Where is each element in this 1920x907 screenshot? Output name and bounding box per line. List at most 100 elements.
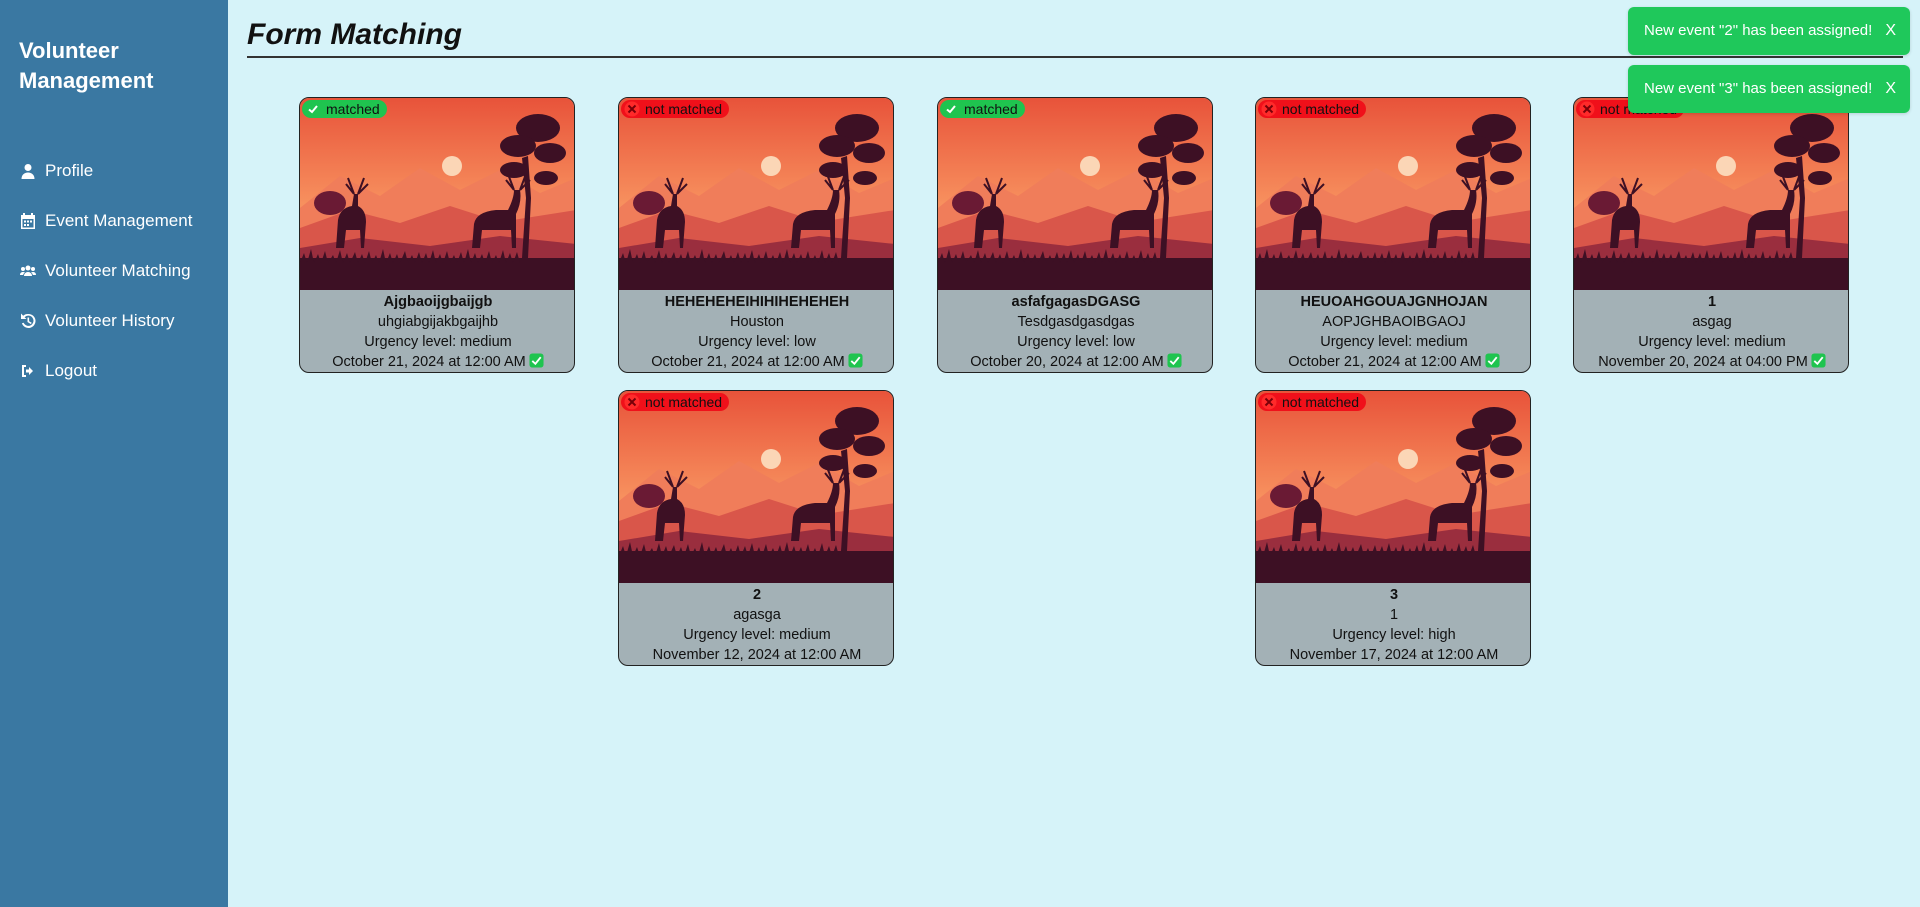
title-divider — [247, 56, 1903, 58]
event-date: October 21, 2024 at 12:00 AM — [332, 354, 526, 370]
event-urgency: Urgency level: high — [1332, 627, 1456, 643]
event-date: November 20, 2024 at 04:00 PM — [1598, 354, 1808, 370]
match-status-badge: not matched — [1258, 393, 1367, 411]
event-image — [619, 98, 893, 290]
event-image — [1256, 98, 1530, 290]
sidebar-item-label: Profile — [45, 161, 94, 180]
x-circle-icon — [1261, 394, 1277, 410]
event-description: 1 — [1389, 607, 1399, 623]
toast-close-button[interactable]: X — [1885, 7, 1896, 55]
sidebar-item-label: Logout — [45, 361, 97, 380]
event-image — [938, 98, 1212, 290]
event-date: October 21, 2024 at 12:00 AM — [651, 354, 845, 370]
event-urgency: Urgency level: medium — [683, 627, 831, 643]
sidebar-item-volunteer-matching[interactable]: Volunteer Matching — [19, 246, 192, 296]
check-icon — [306, 102, 320, 116]
event-urgency: Urgency level: low — [1017, 334, 1135, 350]
match-status-label: not matched — [645, 101, 723, 117]
match-status-label: matched — [964, 101, 1018, 117]
match-status-label: matched — [326, 101, 380, 117]
toast-message: New event "2" has been assigned! — [1644, 22, 1873, 39]
event-card-body: 3 1 Urgency level: high November 17, 202… — [1256, 583, 1530, 665]
page-title: Form Matching — [247, 18, 462, 51]
match-status-label: not matched — [1282, 101, 1360, 117]
event-image — [300, 98, 574, 290]
event-date: October 20, 2024 at 12:00 AM — [970, 354, 1164, 370]
event-card-body: asfafgagasDGASG Tesdgasdgasdgas Urgency … — [938, 290, 1212, 372]
event-description: Houston — [729, 314, 784, 330]
event-date-row: October 21, 2024 at 12:00 AM — [1256, 352, 1530, 372]
event-description: uhgiabgijakbgaijhb — [377, 314, 499, 330]
event-card[interactable]: not matched HEHEHEHEIHIHIHEHEHEH Houston… — [618, 97, 894, 373]
event-date: November 12, 2024 at 12:00 AM — [652, 647, 862, 663]
toast-message: New event "3" has been assigned! — [1644, 80, 1873, 97]
event-card[interactable]: matched asfafgagasDGASG Tesdgasdgasdgas … — [937, 97, 1213, 373]
match-status-label: not matched — [1282, 394, 1360, 410]
event-name: 2 — [752, 587, 762, 603]
event-card[interactable]: not matched 1 asgag Urgency level: mediu… — [1573, 97, 1849, 373]
event-description: Tesdgasdgasdgas — [1017, 314, 1135, 330]
sidebar-nav: Profile Event Management Volunteer Match… — [19, 146, 192, 396]
calendar-icon — [19, 212, 37, 230]
event-name: HEHEHEHEIHIHIHEHEHEH — [664, 294, 850, 310]
event-card-body: 1 asgag Urgency level: medium November 2… — [1574, 290, 1848, 372]
checked-checkbox-icon — [1811, 353, 1826, 368]
event-name: asfafgagasDGASG — [1011, 294, 1141, 310]
sidebar: Volunteer Management Profile Event Manag… — [0, 0, 228, 907]
event-card[interactable]: not matched HEUOAHGOUAJGNHOJAN AOPJGHBAO… — [1255, 97, 1531, 373]
brand-title: Volunteer Management — [19, 38, 154, 93]
sidebar-item-event-management[interactable]: Event Management — [19, 196, 192, 246]
event-image — [1574, 98, 1848, 290]
event-name: 1 — [1707, 294, 1717, 310]
event-card[interactable]: not matched 2 agasga Urgency level: medi… — [618, 390, 894, 666]
sidebar-item-logout[interactable]: Logout — [19, 346, 192, 396]
sidebar-item-profile[interactable]: Profile — [19, 146, 192, 196]
users-icon — [19, 262, 37, 280]
sidebar-item-label: Event Management — [45, 211, 193, 230]
event-card-body: HEHEHEHEIHIHIHEHEHEH Houston Urgency lev… — [619, 290, 893, 372]
toast-notification: New event "2" has been assigned! X — [1628, 7, 1910, 55]
check-icon — [944, 102, 958, 116]
event-description: AOPJGHBAOIBGAOJ — [1322, 314, 1466, 330]
match-status-badge: not matched — [1258, 100, 1367, 118]
event-date-row: October 21, 2024 at 12:00 AM — [300, 352, 574, 372]
match-status-label: not matched — [645, 394, 723, 410]
event-urgency: Urgency level: medium — [1638, 334, 1786, 350]
event-urgency: Urgency level: medium — [364, 334, 512, 350]
x-circle-icon — [1579, 101, 1595, 117]
checked-checkbox-icon — [1485, 353, 1500, 368]
x-circle-icon — [1261, 101, 1277, 117]
event-urgency: Urgency level: medium — [1320, 334, 1468, 350]
checked-checkbox-icon — [1167, 353, 1182, 368]
event-card[interactable]: not matched 3 1 Urgency level: high Nove… — [1255, 390, 1531, 666]
match-status-badge: matched — [940, 100, 1025, 118]
match-status-badge: not matched — [621, 393, 730, 411]
event-date: November 17, 2024 at 12:00 AM — [1289, 647, 1499, 663]
logout-icon — [19, 362, 37, 380]
x-circle-icon — [624, 394, 640, 410]
sidebar-item-volunteer-history[interactable]: Volunteer History — [19, 296, 192, 346]
toast-close-button[interactable]: X — [1885, 65, 1896, 113]
event-date: October 21, 2024 at 12:00 AM — [1288, 354, 1482, 370]
user-icon — [19, 162, 37, 180]
sidebar-item-label: Volunteer Matching — [45, 261, 191, 280]
event-card[interactable]: matched Ajgbaoijgbaijgb uhgiabgijakbgaij… — [299, 97, 575, 373]
event-date-row: November 12, 2024 at 12:00 AM — [619, 645, 893, 665]
checked-checkbox-icon — [848, 353, 863, 368]
event-image — [619, 391, 893, 583]
toast-notification: New event "3" has been assigned! X — [1628, 65, 1910, 113]
event-image — [1256, 391, 1530, 583]
event-date-row: October 21, 2024 at 12:00 AM — [619, 352, 893, 372]
event-urgency: Urgency level: low — [698, 334, 816, 350]
event-date-row: November 20, 2024 at 04:00 PM — [1574, 352, 1848, 372]
event-card-body: 2 agasga Urgency level: medium November … — [619, 583, 893, 665]
sidebar-item-label: Volunteer History — [45, 311, 175, 330]
event-date-row: November 17, 2024 at 12:00 AM — [1256, 645, 1530, 665]
event-name: HEUOAHGOUAJGNHOJAN — [1300, 294, 1488, 310]
event-name: Ajgbaoijgbaijgb — [383, 294, 493, 310]
history-icon — [19, 312, 37, 330]
event-description: asgag — [1692, 314, 1732, 330]
event-description: agasga — [733, 607, 781, 623]
event-card-body: Ajgbaoijgbaijgb uhgiabgijakbgaijhb Urgen… — [300, 290, 574, 372]
match-status-badge: not matched — [621, 100, 730, 118]
